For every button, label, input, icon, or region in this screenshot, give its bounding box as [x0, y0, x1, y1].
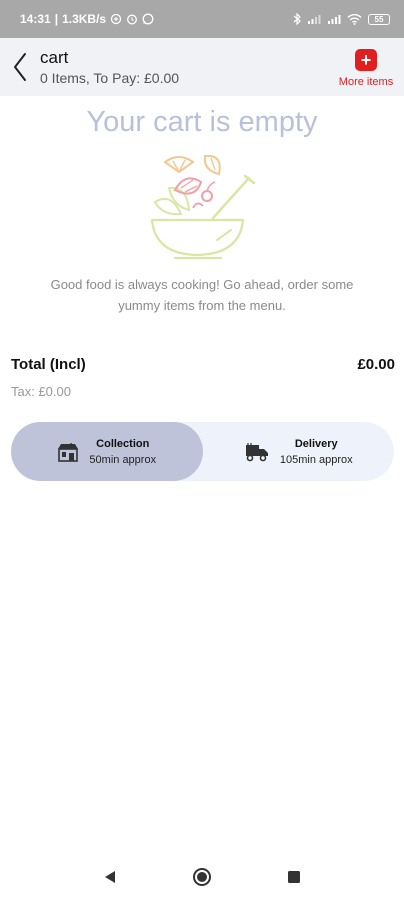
header-text: cart 0 Items, To Pay: £0.00 [40, 48, 328, 87]
delivery-text: Delivery 105min approx [280, 438, 353, 466]
status-time: 14:31 [20, 12, 51, 26]
empty-cart-message: Good food is always cooking! Go ahead, o… [50, 277, 354, 313]
delivery-truck-icon [245, 442, 268, 461]
wifi-icon [347, 14, 362, 25]
battery-icon: 55 [368, 13, 390, 25]
status-bar: 14:31 | 1.3KB/s 55 [0, 0, 404, 38]
cart-summary: 0 Items, To Pay: £0.00 [40, 69, 180, 86]
chevron-left-icon [14, 53, 26, 81]
back-triangle-icon [105, 870, 115, 883]
delivery-label: Delivery [294, 437, 338, 450]
bluetooth-icon [293, 13, 301, 25]
home-circle-icon [193, 867, 211, 886]
status-right: 55 [293, 13, 390, 25]
empty-cart-title: Your cart is empty [86, 106, 318, 138]
nav-recents-button[interactable] [282, 865, 306, 889]
delivery-time: 105min approx [279, 453, 353, 466]
status-separator: | [54, 12, 59, 26]
status-network-speed: 1.3KB/s [62, 12, 107, 26]
nav-home-button[interactable] [190, 865, 214, 889]
collection-option[interactable]: Collection 50min approx [11, 422, 203, 481]
collection-time: 50min approx [89, 453, 157, 466]
total-row: Total (Incl) £0.00 [11, 356, 395, 373]
alarm-icon [127, 14, 138, 25]
total-value: £0.00 [357, 356, 395, 373]
volte-icon [328, 15, 341, 24]
order-type-toggle: Collection 50min approx Delivery 105min … [11, 422, 394, 481]
signal-bars-icon [308, 15, 321, 24]
status-left: 14:31 | 1.3KB/s [20, 12, 154, 26]
plus-icon: + [355, 48, 377, 71]
collection-label: Collection [96, 437, 150, 450]
more-items-label: More items [338, 75, 394, 88]
shop-icon [58, 442, 79, 462]
page-title: cart [40, 47, 69, 67]
signal-boost-icon [110, 13, 122, 25]
collection-text: Collection 50min approx [89, 438, 156, 466]
battery-level: 55 [374, 14, 384, 24]
nav-back-button[interactable] [98, 865, 122, 889]
back-button[interactable] [0, 38, 40, 96]
app-header: cart 0 Items, To Pay: £0.00 + More items [0, 38, 404, 96]
system-nav-bar [0, 853, 404, 900]
salad-bowl-icon [150, 154, 256, 260]
whatsapp-icon [142, 13, 154, 25]
total-label: Total (Incl) [11, 356, 86, 373]
more-items-button[interactable]: + More items [328, 47, 404, 88]
recents-square-icon [288, 870, 300, 883]
delivery-option[interactable]: Delivery 105min approx [203, 422, 395, 481]
tax-amount: Tax: £0.00 [11, 384, 71, 399]
